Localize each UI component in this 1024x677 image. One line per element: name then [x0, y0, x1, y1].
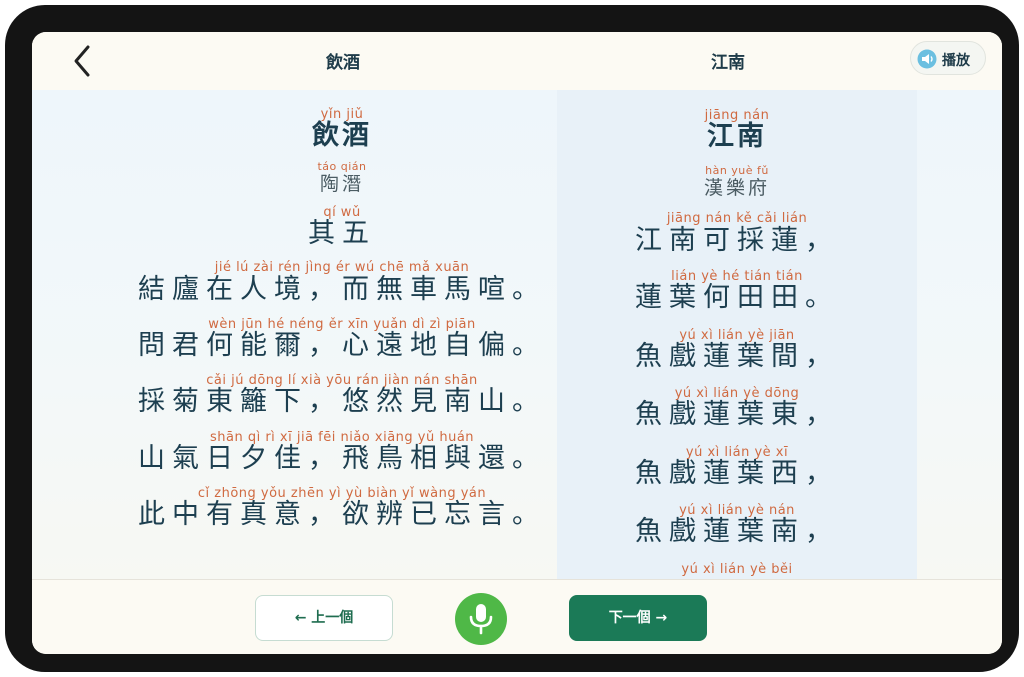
poem-line-pinyin: jié lú zài rén jìng ér wú chē mǎ xuān [214, 260, 470, 275]
top-bar: 飲酒 江南 播放 [32, 32, 1002, 90]
poem-content-area: yǐn jiǔ 飲酒 táo qián 陶潛 qí wǔ 其五 jié lú z… [32, 90, 1002, 579]
poem-author: 陶潛 [319, 173, 364, 195]
next-button[interactable]: 下一個 → [569, 595, 707, 641]
poem-subtitle: 其五 [308, 218, 376, 249]
back-button[interactable] [68, 44, 98, 78]
poem-line[interactable]: 魚戲蓮葉間， [557, 342, 917, 372]
left-poem-tab-title[interactable]: 飲酒 [326, 48, 360, 73]
poem-title: 江南 [707, 121, 767, 152]
poem-author-pinyin: táo qián [317, 160, 367, 173]
right-poem-tab-title[interactable]: 江南 [711, 48, 745, 73]
poem-line[interactable]: 問君何能爾，心遠地自偏。 [122, 331, 562, 361]
right-poem-panel: jiāng nán 江南 hàn yuè fǔ 漢樂府 jiāng nán kě… [557, 90, 917, 579]
play-button[interactable]: 播放 [910, 41, 986, 75]
poem-line[interactable]: 江南可採蓮， [557, 226, 917, 256]
poem-line[interactable]: 魚戲蓮葉東， [557, 400, 917, 430]
poem-line[interactable]: 結廬在人境，而無車馬喧。 [122, 275, 562, 305]
chevron-left-icon [74, 45, 90, 77]
poem-line[interactable]: 山氣日夕佳，飛鳥相與還。 [122, 444, 562, 474]
play-label: 播放 [942, 53, 970, 69]
previous-button[interactable]: ← 上一個 [255, 595, 393, 641]
left-poem-panel: yǐn jiǔ 飲酒 táo qián 陶潛 qí wǔ 其五 jié lú z… [122, 90, 562, 579]
poem-line[interactable]: 此中有真意，欲辨已忘言。 [122, 500, 562, 530]
poem-author-pinyin: hàn yuè fǔ [705, 164, 769, 177]
microphone-icon [469, 604, 493, 635]
speaker-icon [917, 49, 937, 69]
poem-line-pinyin: jiāng nán kě cǎi lián [666, 211, 808, 226]
poem-author: 漢樂府 [703, 177, 770, 199]
poem-line[interactable]: 蓮葉何田田。 [557, 283, 917, 313]
poem-line[interactable]: 採菊東籬下，悠然見南山。 [122, 387, 562, 417]
microphone-button[interactable] [455, 593, 507, 645]
poem-line[interactable]: 魚戲蓮葉南， [557, 517, 917, 547]
app-screen: 飲酒 江南 播放 yǐn jiǔ 飲酒 táo qián 陶潛 qí wǔ 其五… [32, 32, 1002, 654]
poem-line[interactable]: 魚戲蓮葉西， [557, 459, 917, 489]
poem-line-pinyin: yú xì lián yè běi [681, 562, 793, 577]
poem-title: 飲酒 [312, 120, 372, 151]
bottom-bar: ← 上一個 下一個 → [32, 579, 1002, 654]
tablet-frame: 飲酒 江南 播放 yǐn jiǔ 飲酒 táo qián 陶潛 qí wǔ 其五… [5, 5, 1019, 672]
